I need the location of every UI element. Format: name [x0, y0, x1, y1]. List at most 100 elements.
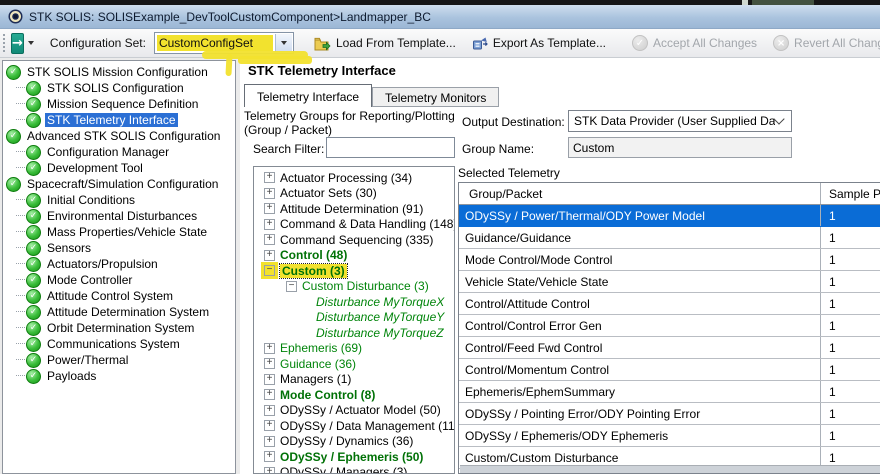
- tree-item[interactable]: ✓Mass Properties/Vehicle State: [3, 224, 235, 240]
- tree-item-label: STK Telemetry Interface: [45, 113, 178, 127]
- group-tree-label: ODySSy / Data Management (11): [280, 419, 455, 433]
- group-tree-label: Ephemeris (69): [280, 341, 362, 355]
- tree-item[interactable]: ✓Development Tool: [3, 160, 235, 176]
- tree-item[interactable]: ✓Mission Sequence Definition: [3, 96, 235, 112]
- chevron-down-icon: [281, 41, 287, 45]
- green-check-icon: ✓: [26, 257, 41, 272]
- group-tree-item[interactable]: +Guidance (36): [254, 356, 454, 372]
- group-tree-item[interactable]: +ODySSy / Managers (3): [254, 465, 454, 474]
- tree-expander-icon[interactable]: +: [264, 343, 275, 354]
- table-row[interactable]: Guidance/Guidance1: [459, 227, 880, 249]
- tree-item[interactable]: ✓Advanced STK SOLIS Configuration: [3, 128, 235, 144]
- green-check-icon: ✓: [26, 273, 41, 288]
- group-tree-item[interactable]: +Mode Control (8): [254, 387, 454, 403]
- tree-expander-icon[interactable]: +: [264, 219, 275, 230]
- tree-item[interactable]: ✓STK SOLIS Mission Configuration: [3, 64, 235, 80]
- group-tree-item[interactable]: −Custom Disturbance (3): [254, 279, 454, 295]
- revert-all-changes-button[interactable]: × Revert All Changes: [767, 33, 880, 53]
- tree-expander-icon[interactable]: −: [264, 265, 275, 276]
- tree-item[interactable]: ✓Attitude Control System: [3, 288, 235, 304]
- table-row[interactable]: ODySSy / Power/Thermal/ODY Power Model1: [459, 205, 880, 227]
- run-dropdown-button[interactable]: [28, 34, 34, 53]
- tree-item[interactable]: ✓Sensors: [3, 240, 235, 256]
- tree-item[interactable]: ✓Spacecraft/Simulation Configuration: [3, 176, 235, 192]
- group-tree-item[interactable]: +ODySSy / Dynamics (36): [254, 434, 454, 450]
- table-row[interactable]: ODySSy / Pointing Error/ODY Pointing Err…: [459, 403, 880, 425]
- tree-expander-icon[interactable]: +: [264, 405, 275, 416]
- table-row[interactable]: Ephemeris/EphemSummary1: [459, 381, 880, 403]
- table-row[interactable]: Control/Feed Fwd Control1: [459, 337, 880, 359]
- group-tree-item[interactable]: + Ephemeris (69): [254, 341, 454, 357]
- table-row[interactable]: ODySSy / Ephemeris/ODY Ephemeris1: [459, 425, 880, 447]
- tree-item[interactable]: ✓Power/Thermal: [3, 352, 235, 368]
- export-as-template-button[interactable]: Export As Template...: [466, 34, 612, 53]
- table-row[interactable]: Vehicle State/Vehicle State1: [459, 271, 880, 293]
- tree-item-label: Configuration Manager: [45, 145, 171, 159]
- tree-expander-icon[interactable]: +: [264, 436, 275, 447]
- tree-expander-icon[interactable]: +: [264, 203, 275, 214]
- tab-telemetry-monitors[interactable]: Telemetry Monitors: [372, 87, 499, 107]
- run-button[interactable]: →: [11, 33, 24, 54]
- tree-item[interactable]: ✓Payloads: [3, 368, 235, 384]
- tree-expander-icon[interactable]: −: [286, 281, 297, 292]
- window-title: STK SOLIS: SOLISExample_DevToolCustomCom…: [29, 10, 431, 24]
- group-tree-item[interactable]: +ODySSy / Actuator Model (50): [254, 403, 454, 419]
- cell-sample-period: 1: [820, 425, 880, 446]
- tree-item[interactable]: ✓Initial Conditions: [3, 192, 235, 208]
- search-filter-input[interactable]: [326, 137, 455, 158]
- table-row[interactable]: Control/Control Error Gen1: [459, 315, 880, 337]
- table-row[interactable]: Mode Control/Mode Control1: [459, 249, 880, 271]
- table-row[interactable]: Control/Momentum Control1: [459, 359, 880, 381]
- tree-item-label: Development Tool: [45, 161, 145, 175]
- tree-item[interactable]: ✓Actuators/Propulsion: [3, 256, 235, 272]
- tree-expander-icon[interactable]: +: [264, 172, 275, 183]
- tab-telemetry-interface[interactable]: Telemetry Interface: [244, 84, 372, 107]
- group-tree-item[interactable]: +Command Sequencing (335): [254, 232, 454, 248]
- tree-item[interactable]: ✓Attitude Determination System: [3, 304, 235, 320]
- group-tree-item[interactable]: Disturbance MyTorqueX: [254, 294, 454, 310]
- table-row[interactable]: Control/Attitude Control1: [459, 293, 880, 315]
- tree-connector: [16, 343, 25, 345]
- group-tree-item[interactable]: +Command & Data Handling (148): [254, 217, 454, 233]
- group-tree-item[interactable]: Disturbance MyTorqueY: [254, 310, 454, 326]
- tree-connector: [16, 263, 25, 265]
- tree-item[interactable]: ✓STK Telemetry Interface: [3, 112, 235, 128]
- tree-item[interactable]: ✓Communications System: [3, 336, 235, 352]
- group-tree-item[interactable]: +Control (48): [254, 248, 454, 264]
- tree-item[interactable]: ✓Orbit Determination System: [3, 320, 235, 336]
- tree-expander-icon[interactable]: +: [264, 188, 275, 199]
- group-name-input[interactable]: [568, 137, 792, 158]
- load-from-template-button[interactable]: Load From Template...: [308, 34, 462, 53]
- column-header-group-packet[interactable]: Group/Packet: [459, 183, 820, 204]
- tree-item[interactable]: ✓Environmental Disturbances: [3, 208, 235, 224]
- tree-item[interactable]: ✓STK SOLIS Configuration: [3, 80, 235, 96]
- combobox-dropdown-button[interactable]: [275, 34, 292, 52]
- tree-item[interactable]: ✓Mode Controller: [3, 272, 235, 288]
- group-tree-item[interactable]: +ODySSy / Ephemeris (50): [254, 449, 454, 465]
- cell-group-packet: ODySSy / Pointing Error/ODY Pointing Err…: [459, 403, 820, 424]
- tree-expander-icon[interactable]: +: [264, 389, 275, 400]
- group-tree-item[interactable]: +Attitude Determination (91): [254, 201, 454, 217]
- horizontal-scrollbar[interactable]: [460, 465, 880, 473]
- tree-expander-icon[interactable]: +: [264, 250, 275, 261]
- group-tree-item[interactable]: + ODySSy / Data Management (11): [254, 418, 454, 434]
- group-tree-item[interactable]: +Managers (1): [254, 372, 454, 388]
- group-tree-item[interactable]: +Actuator Sets (30): [254, 186, 454, 202]
- tree-expander-icon[interactable]: +: [264, 234, 275, 245]
- tree-expander-icon[interactable]: +: [264, 374, 275, 385]
- accept-all-changes-button[interactable]: ✓ Accept All Changes: [626, 33, 763, 53]
- group-tree-item[interactable]: Disturbance MyTorqueZ: [254, 325, 454, 341]
- tree-expander-icon[interactable]: +: [264, 467, 275, 474]
- mission-tree: ✓STK SOLIS Mission Configuration✓STK SOL…: [2, 60, 236, 474]
- output-destination-combobox[interactable]: STK Data Provider (User Supplied Data): [568, 110, 792, 132]
- tab-bar: Telemetry Interface Telemetry Monitors: [244, 84, 499, 107]
- toolbar-grip[interactable]: [3, 34, 5, 52]
- group-tree-item[interactable]: +Actuator Processing (34): [254, 170, 454, 186]
- tree-expander-icon[interactable]: +: [264, 451, 275, 462]
- group-tree-item[interactable]: −Custom (3): [254, 263, 454, 279]
- column-header-sample-period[interactable]: Sample Period: [820, 183, 880, 204]
- tree-expander-icon[interactable]: +: [264, 358, 275, 369]
- tree-item[interactable]: ✓Configuration Manager: [3, 144, 235, 160]
- tree-expander-icon[interactable]: +: [264, 420, 275, 431]
- title-bar: STK SOLIS: SOLISExample_DevToolCustomCom…: [0, 5, 880, 29]
